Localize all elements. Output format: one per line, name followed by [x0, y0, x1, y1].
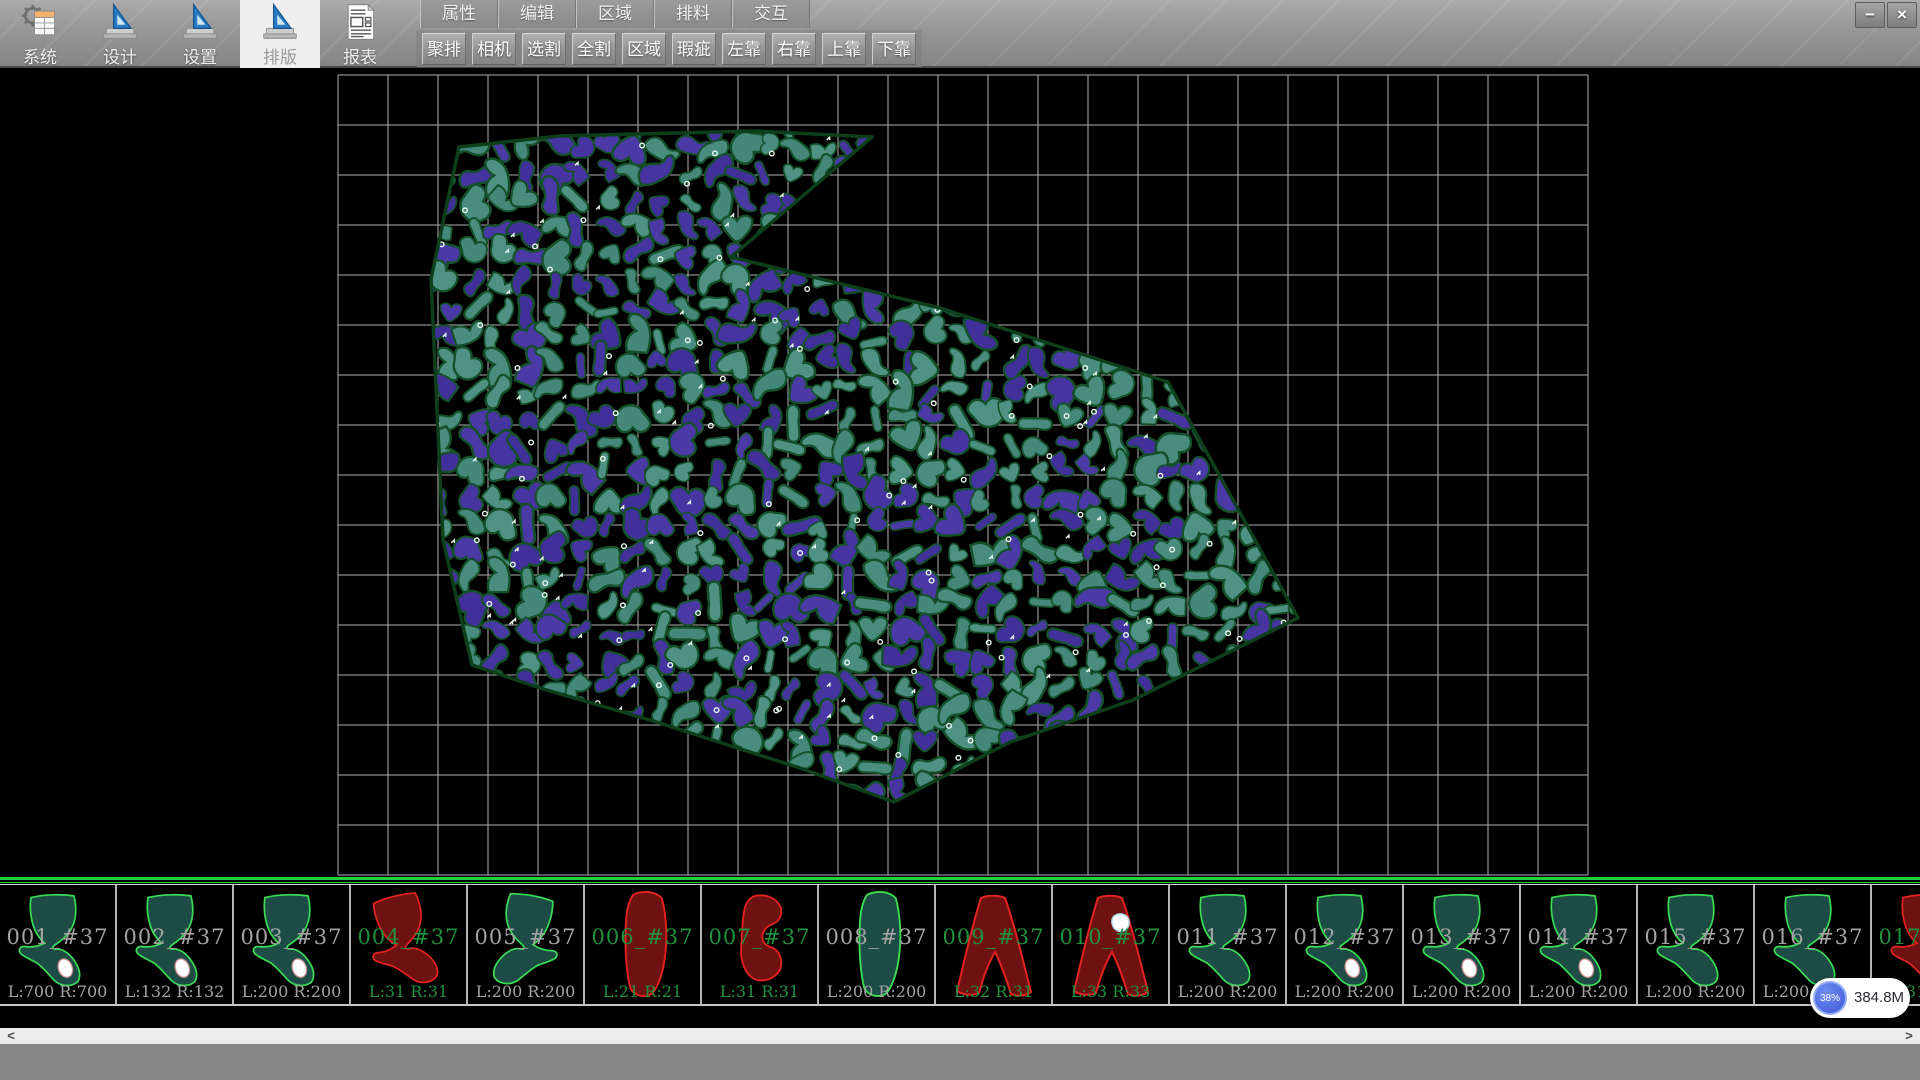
nav-tab-3[interactable]: 设置: [160, 0, 240, 68]
thumbnail-cell-11[interactable]: 011_#37 L:200 R:200: [1170, 885, 1287, 1004]
thumbnail-cell-10[interactable]: 010_#37 L:33 R:33: [1053, 885, 1170, 1004]
window-controls: − ×: [1853, 2, 1917, 28]
menu-item-2[interactable]: 编辑: [498, 0, 576, 28]
tool-button-10[interactable]: 下靠: [872, 33, 916, 65]
thumbnail-cell-6[interactable]: 006_#37 L:21 R:21: [585, 885, 702, 1004]
piece-id-label: 013_#37: [1404, 925, 1519, 949]
piece-lr-count: L:33 R:33: [1053, 982, 1168, 1001]
tool-button-1[interactable]: 聚排: [422, 33, 466, 65]
piece-id-label: 006_#37: [585, 925, 700, 949]
tool-button-8[interactable]: 右靠: [772, 33, 816, 65]
setsquare-icon: [178, 2, 222, 42]
thumbnail-cell-3[interactable]: 003_#37 L:200 R:200: [234, 885, 351, 1004]
piece-id-label: 001_#37: [0, 925, 115, 949]
piece-id-label: 011_#37: [1170, 925, 1285, 949]
piece-lr-count: L:31 R:31: [702, 982, 817, 1001]
nav-tab-label: 排版: [263, 43, 297, 68]
nav-tab-label: 报表: [343, 43, 377, 68]
menu-item-5[interactable]: 交互: [732, 0, 810, 28]
piece-id-label: 015_#37: [1638, 925, 1753, 949]
tool-button-5[interactable]: 区域: [622, 33, 666, 65]
menu-item-1[interactable]: 属性: [420, 0, 498, 28]
nav-tab-label: 设计: [103, 43, 137, 68]
nesting-canvas[interactable]: [0, 68, 1920, 878]
tool-button-3[interactable]: 选割: [522, 33, 566, 65]
thumbnail-cell-9[interactable]: 009_#37 L:32 R:31: [936, 885, 1053, 1004]
scroll-left-icon[interactable]: <: [0, 1028, 22, 1044]
nav-tab-5[interactable]: 报表: [320, 0, 400, 68]
piece-id-label: 010_#37: [1053, 925, 1168, 949]
tool-button-6[interactable]: 瑕疵: [672, 33, 716, 65]
piece-lr-count: L:200 R:200: [1404, 982, 1519, 1001]
memory-percent-indicator: 38%: [1813, 981, 1847, 1015]
tool-bar: 聚排相机选割全割区域瑕疵左靠右靠上靠下靠: [416, 30, 922, 67]
bottom-status-bar: [0, 1044, 1920, 1080]
thumbnail-cell-2[interactable]: 002_#37 L:132 R:132: [117, 885, 234, 1004]
piece-id-label: 012_#37: [1287, 925, 1402, 949]
scroll-right-icon[interactable]: >: [1898, 1028, 1920, 1044]
piece-lr-count: L:132 R:132: [117, 982, 232, 1001]
piece-lr-count: L:200 R:200: [1638, 982, 1753, 1001]
thumbnail-cell-14[interactable]: 014_#37 L:200 R:200: [1521, 885, 1638, 1004]
tool-button-4[interactable]: 全割: [572, 33, 616, 65]
piece-lr-count: L:21 R:21: [585, 982, 700, 1001]
piece-id-label: 009_#37: [936, 925, 1051, 949]
horizontal-scrollbar[interactable]: < >: [0, 1028, 1920, 1044]
menu-item-3[interactable]: 区域: [576, 0, 654, 28]
strip-footer-gap: [0, 1006, 1920, 1028]
piece-id-label: 004_#37: [351, 925, 466, 949]
thumbnail-strip: 001_#37 L:700 R:700 002_#37 L:132 R:132 00…: [0, 884, 1920, 1006]
thumbnail-cell-4[interactable]: 004_#37 L:31 R:31: [351, 885, 468, 1004]
nav-tab-1[interactable]: 系统: [0, 0, 80, 68]
piece-id-label: 007_#37: [702, 925, 817, 949]
setsquare-icon: [258, 2, 302, 42]
piece-lr-count: L:31 R:31: [351, 982, 466, 1001]
toolbar: 系统 设计 设置 排版 报表 属性编辑区域排料交互 聚排相机选割全割区域瑕疵左靠…: [0, 0, 1920, 68]
nav-tab-label: 设置: [183, 43, 217, 68]
memory-amount-label: 384.8M: [1854, 978, 1904, 1018]
separator-line: [0, 877, 1920, 884]
nav-tab-label: 系统: [23, 43, 57, 68]
piece-lr-count: L:200 R:200: [234, 982, 349, 1001]
tool-button-2[interactable]: 相机: [472, 33, 516, 65]
report-icon: [338, 2, 382, 42]
piece-lr-count: L:200 R:200: [819, 982, 934, 1001]
piece-lr-count: L:200 R:200: [1170, 982, 1285, 1001]
thumbnail-cell-1[interactable]: 001_#37 L:700 R:700: [0, 885, 117, 1004]
piece-id-label: 017_#37: [1872, 925, 1920, 949]
nav-tab-2[interactable]: 设计: [80, 0, 160, 68]
tool-button-9[interactable]: 上靠: [822, 33, 866, 65]
app-nav-tabs: 系统 设计 设置 排版 报表: [0, 0, 400, 68]
piece-id-label: 016_#37: [1755, 925, 1870, 949]
piece-id-label: 014_#37: [1521, 925, 1636, 949]
piece-lr-count: L:700 R:700: [0, 982, 115, 1001]
thumbnail-cell-5[interactable]: 005_#37 L:200 R:200: [468, 885, 585, 1004]
piece-id-label: 008_#37: [819, 925, 934, 949]
thumbnail-cell-13[interactable]: 013_#37 L:200 R:200: [1404, 885, 1521, 1004]
piece-id-label: 003_#37: [234, 925, 349, 949]
piece-lr-count: L:200 R:200: [468, 982, 583, 1001]
minimize-button[interactable]: −: [1855, 2, 1885, 28]
nav-tab-4[interactable]: 排版: [240, 0, 320, 68]
system-icon: [18, 2, 62, 42]
memory-status-badge: 38% 384.8M: [1810, 978, 1910, 1018]
tool-button-7[interactable]: 左靠: [722, 33, 766, 65]
thumbnail-cell-12[interactable]: 012_#37 L:200 R:200: [1287, 885, 1404, 1004]
piece-id-label: 005_#37: [468, 925, 583, 949]
piece-id-label: 002_#37: [117, 925, 232, 949]
close-button[interactable]: ×: [1887, 2, 1917, 28]
thumbnail-cell-8[interactable]: 008_#37 L:200 R:200: [819, 885, 936, 1004]
thumbnail-cell-7[interactable]: 007_#37 L:31 R:31: [702, 885, 819, 1004]
piece-lr-count: L:32 R:31: [936, 982, 1051, 1001]
menu-item-4[interactable]: 排料: [654, 0, 732, 28]
piece-lr-count: L:200 R:200: [1287, 982, 1402, 1001]
piece-lr-count: L:200 R:200: [1521, 982, 1636, 1001]
setsquare-icon: [98, 2, 142, 42]
thumbnail-cell-15[interactable]: 015_#37 L:200 R:200: [1638, 885, 1755, 1004]
menu-bar: 属性编辑区域排料交互: [420, 0, 810, 28]
